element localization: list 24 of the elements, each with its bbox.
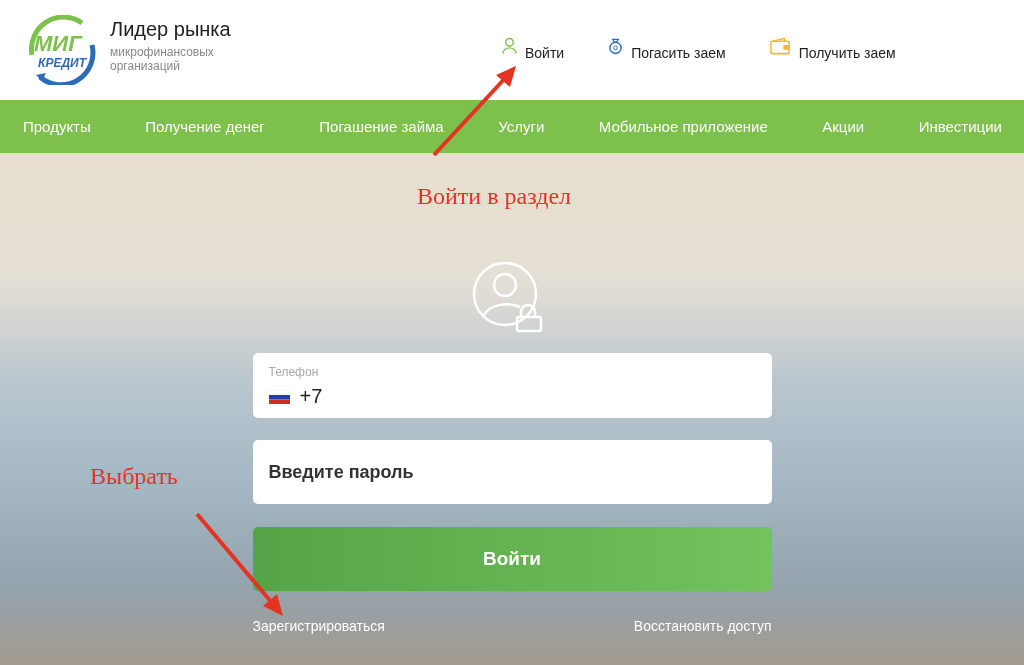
login-button[interactable]: Войти — [252, 527, 772, 591]
flag-icon — [268, 389, 290, 404]
menu-item[interactable]: Погашение займа — [319, 118, 444, 135]
menu-item[interactable]: Мобильное приложение — [598, 118, 768, 135]
annotation-text: Войти в раздел — [417, 183, 572, 210]
restore-access-link[interactable]: Восстановить доступ — [633, 618, 772, 634]
register-link[interactable]: Зарегистрироваться — [252, 618, 385, 634]
annotation-text: Выбрать — [90, 463, 178, 490]
user-lock-icon — [472, 261, 544, 333]
wallet-icon — [769, 37, 791, 55]
coin-icon — [608, 37, 624, 55]
password-field[interactable]: Введите пароль — [252, 440, 772, 504]
brand-title: Лидер рынка — [110, 17, 232, 41]
menu-item[interactable]: Акции — [822, 118, 865, 135]
brand-subtitle: микрофинансовых организаций — [110, 44, 215, 73]
header-link[interactable]: Погасить заем — [608, 37, 726, 63]
user-icon — [502, 37, 517, 55]
menu-item[interactable]: Получение денег — [145, 118, 265, 135]
phone-field[interactable]: Телефон +7 — [252, 353, 772, 418]
menu-item[interactable]: Продукты — [23, 118, 91, 135]
header-link[interactable]: Получить заем — [769, 37, 896, 63]
menu-item[interactable]: Услуги — [498, 118, 545, 135]
header-link[interactable]: Войти — [502, 37, 565, 63]
menu-item[interactable]: Инвестиции — [918, 118, 1002, 135]
